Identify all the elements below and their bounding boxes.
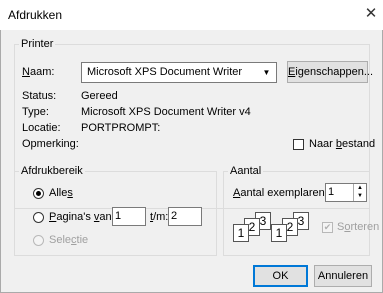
range-selection-label: Selectie — [49, 234, 88, 246]
close-icon[interactable]: ✕ — [362, 4, 380, 24]
type-label: Type: — [22, 106, 49, 118]
range-pages-radio[interactable] — [33, 212, 44, 223]
range-all-text: Alle — [49, 187, 68, 199]
copies-count-value: 1 — [328, 186, 335, 198]
print-to-file-checkbox[interactable] — [293, 139, 304, 150]
radio-selected-dot — [36, 191, 41, 196]
name-label-rest: aam: — [29, 66, 55, 78]
range-to-text: /m: — [153, 211, 169, 223]
type-value: Microsoft XPS Document Writer v4 — [81, 106, 251, 118]
range-all-mnemonic: s — [67, 187, 73, 199]
copies-count-label: Aantal exemplaren: — [233, 187, 328, 199]
copies-count-spinner[interactable]: 1 ▲ ▼ — [325, 183, 367, 202]
copies-count-text: antal exemplaren: — [240, 187, 328, 199]
copies-legend: Aantal — [228, 165, 264, 177]
properties-button[interactable]: Eigenschappen... — [287, 61, 373, 83]
collate-text-b: rteren — [350, 221, 380, 233]
status-value: Gereed — [81, 90, 118, 102]
spinner-buttons: ▲ ▼ — [353, 184, 366, 201]
status-label: Status: — [22, 90, 57, 102]
name-label: Naam: — [22, 66, 54, 78]
ok-button[interactable]: OK — [253, 265, 308, 287]
range-all-label[interactable]: Alles — [49, 187, 73, 199]
printer-name-value: Microsoft XPS Document Writer — [87, 66, 243, 78]
collate-page-1: 1 — [271, 224, 287, 242]
properties-rest: igenschappen... — [295, 66, 374, 78]
collate-label: Sorteren — [337, 221, 379, 233]
spin-up-icon[interactable]: ▲ — [354, 184, 366, 192]
printer-legend: Printer — [19, 38, 56, 50]
range-selection-text: Sele — [49, 234, 72, 246]
chevron-down-icon: ▼ — [262, 68, 271, 77]
range-selection-radio[interactable] — [33, 235, 44, 246]
range-all-radio[interactable] — [33, 188, 44, 199]
collate-checkbox[interactable]: ✔ — [322, 222, 333, 233]
location-value: PORTPROMPT: — [81, 122, 161, 134]
range-to-label: t/m: — [150, 211, 168, 223]
name-label-mnemonic: N — [22, 66, 30, 78]
print-to-file-text-b: estand — [342, 138, 376, 150]
collate-icon: 3 2 1 — [271, 212, 319, 246]
range-to-input[interactable]: 2 — [168, 207, 202, 226]
printer-name-select[interactable]: Microsoft XPS Document Writer ▼ — [81, 62, 277, 83]
print-range-legend: Afdrukbereik — [19, 165, 85, 177]
range-selection-text-b: tie — [76, 234, 89, 246]
print-to-file-text-a: Naar — [309, 138, 336, 150]
cancel-button[interactable]: Annuleren — [314, 265, 372, 287]
window-title: Afdrukken — [8, 8, 63, 22]
range-from-input[interactable]: 1 — [112, 207, 146, 226]
location-label: Locatie: — [22, 122, 61, 134]
range-pages-text: agina's — [56, 211, 94, 223]
print-to-file-label[interactable]: Naar bestand — [309, 138, 375, 150]
comment-label: Opmerking: — [22, 138, 79, 150]
range-pages-label[interactable]: Pagina's van: — [49, 211, 115, 223]
collate-page-1: 1 — [233, 224, 249, 242]
spin-down-icon[interactable]: ▼ — [354, 192, 366, 200]
